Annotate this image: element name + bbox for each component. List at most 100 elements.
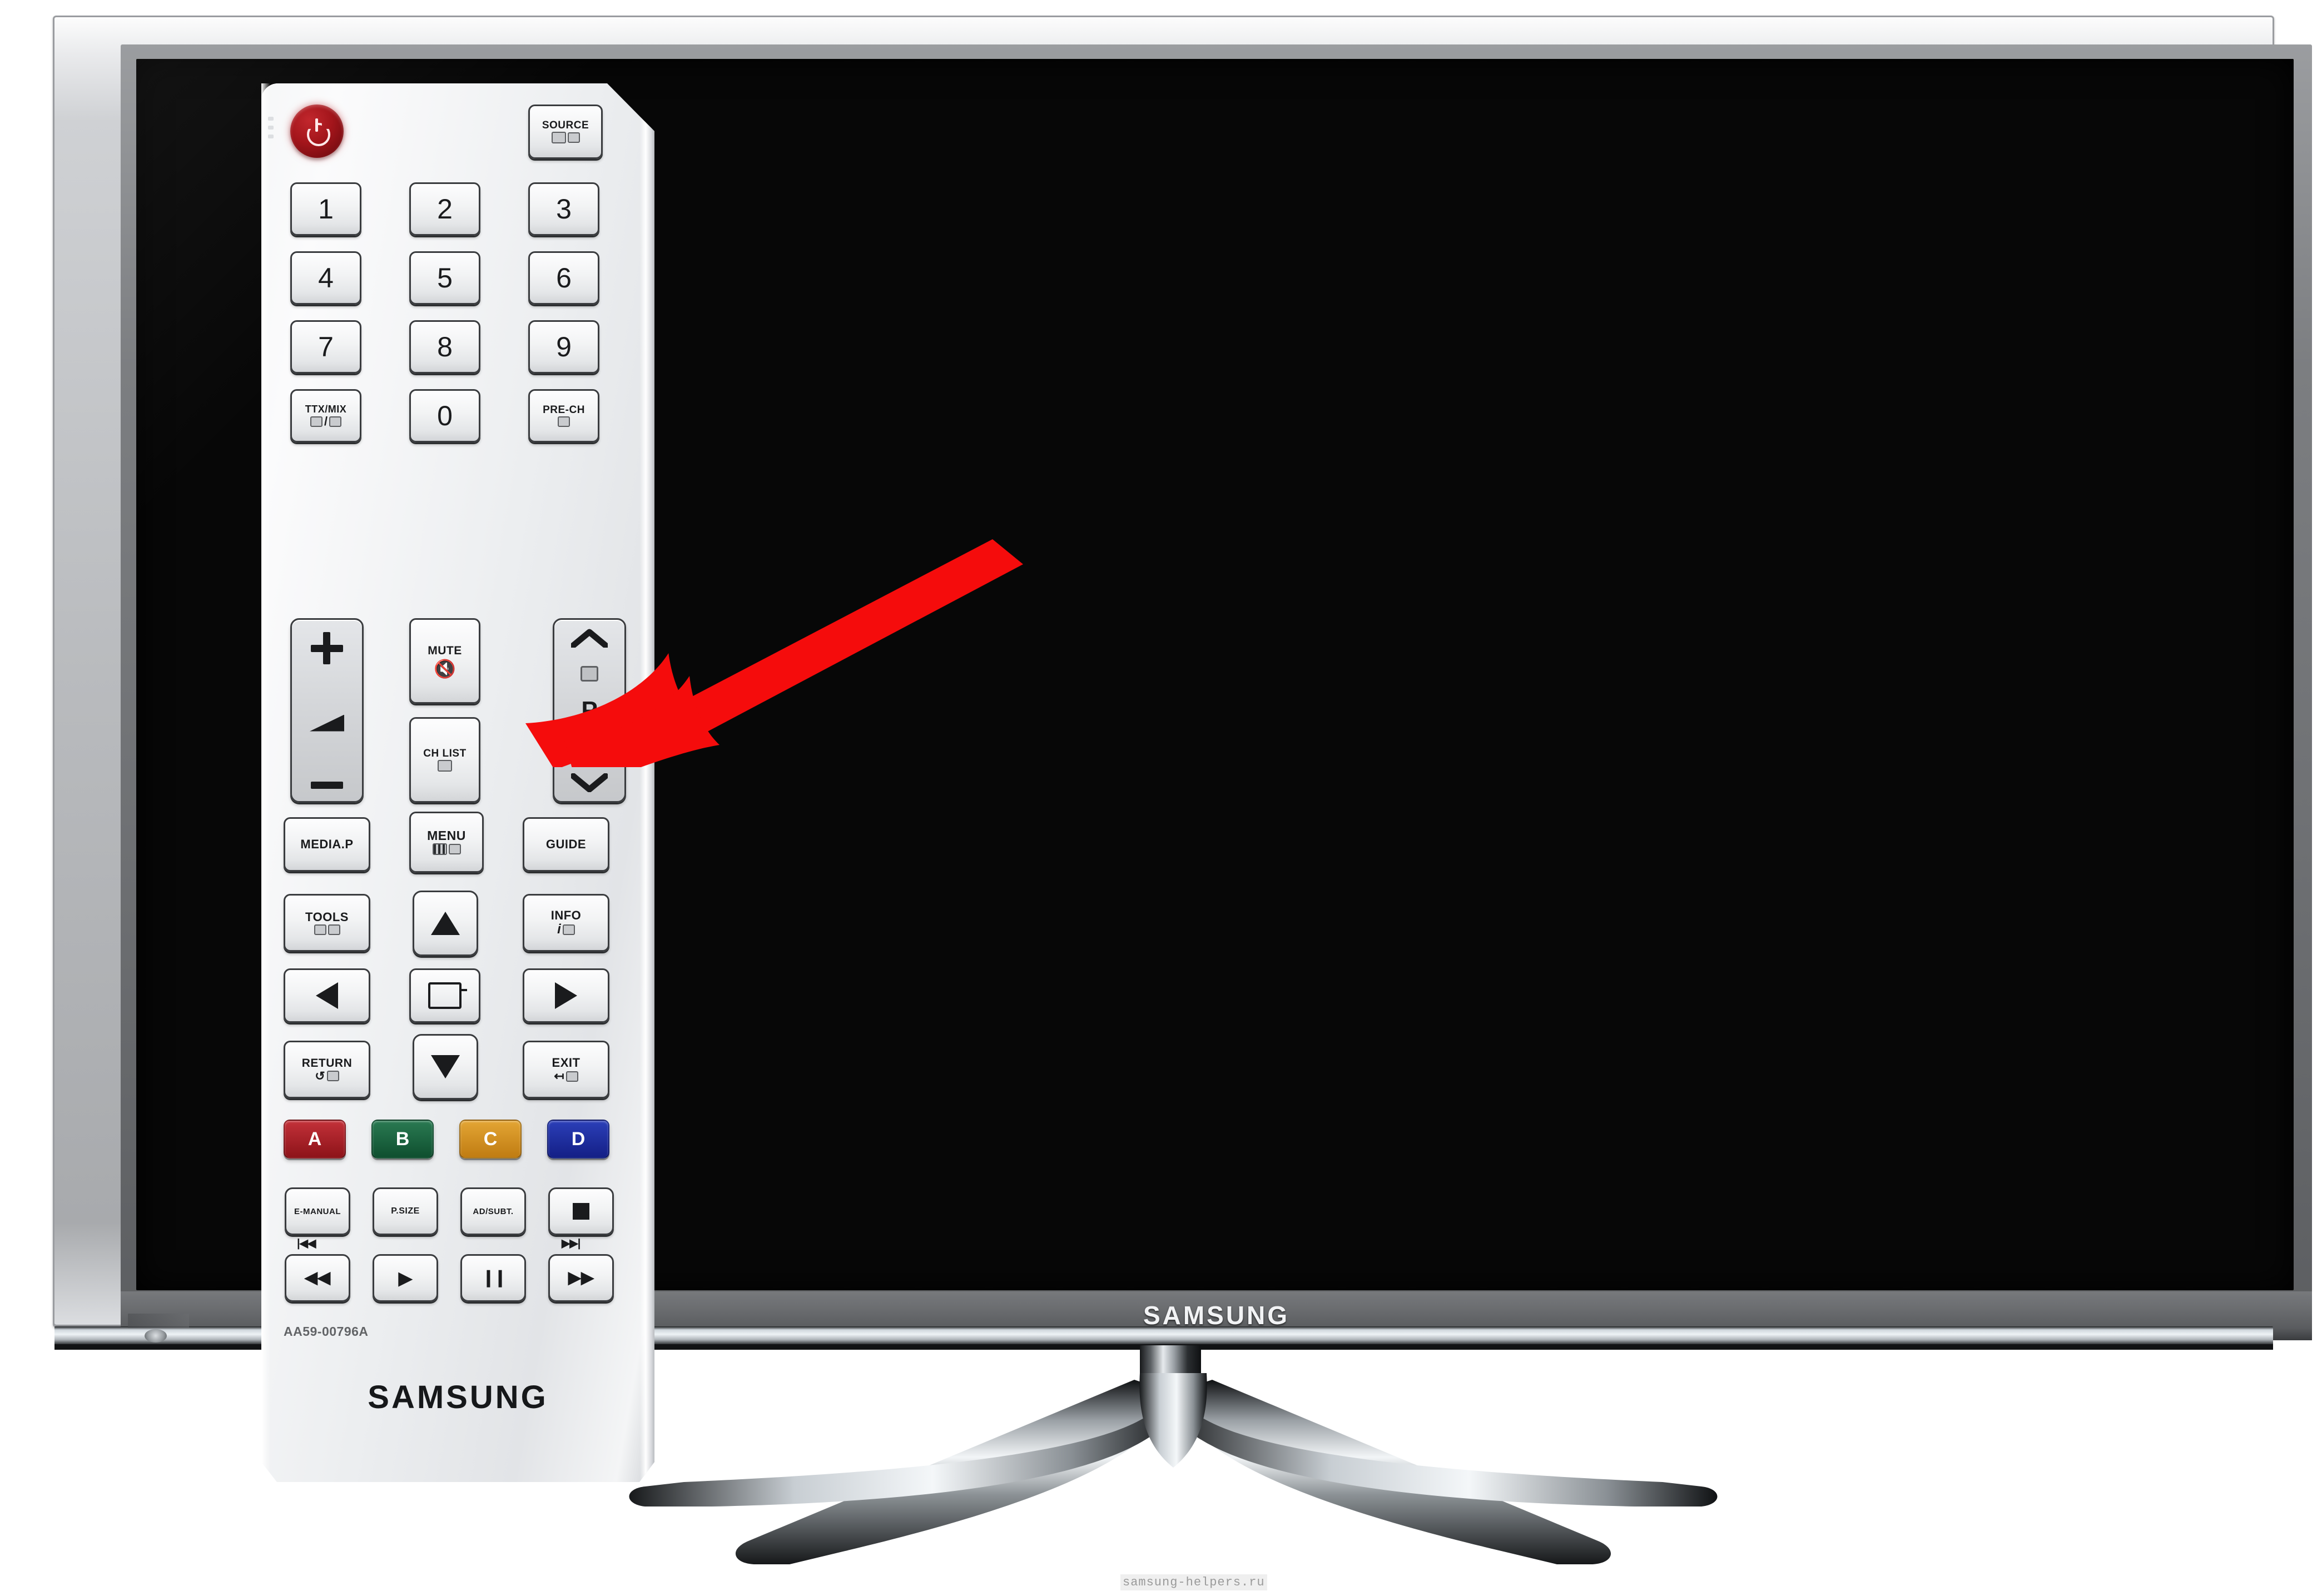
- color-key-a[interactable]: A: [284, 1120, 346, 1159]
- exit-button[interactable]: EXIT ↤: [523, 1041, 609, 1098]
- dpad-right-button[interactable]: [523, 968, 609, 1023]
- exit-icon: ↤: [554, 1070, 578, 1082]
- source-button[interactable]: SOURCE: [528, 105, 603, 159]
- channel-p-label: P: [581, 697, 598, 724]
- digit-4-button[interactable]: 4: [290, 251, 361, 305]
- arrow-left-icon: [316, 982, 338, 1009]
- digit-0-button[interactable]: 0: [409, 389, 480, 442]
- arrow-down-icon: [431, 1055, 460, 1078]
- play-icon: ▶: [398, 1268, 413, 1288]
- channel-down-icon[interactable]: [570, 773, 609, 793]
- pause-icon: ❙❙: [481, 1269, 507, 1287]
- pre-ch-button[interactable]: PRE-CH: [528, 389, 599, 442]
- source-watermark: samsung-helpers.ru: [1120, 1574, 1267, 1590]
- dpad-down-button[interactable]: [413, 1034, 478, 1100]
- volume-down-icon[interactable]: [311, 782, 343, 789]
- return-button[interactable]: RETURN ↺: [284, 1041, 370, 1098]
- p-size-label: P.SIZE: [391, 1206, 420, 1216]
- fast-forward-icon: ▶▶: [568, 1269, 594, 1287]
- ch-list-icon: [438, 760, 452, 772]
- tv-port-marking: [128, 1314, 189, 1328]
- e-manual-button[interactable]: E-MANUAL: [285, 1187, 350, 1235]
- tv-power-indicator: [145, 1329, 167, 1343]
- color-key-a-label: A: [307, 1128, 322, 1150]
- digit-1-button[interactable]: 1: [290, 182, 361, 236]
- digit-6-label: 6: [556, 262, 572, 294]
- remote-brand-logo: SAMSUNG: [368, 1379, 548, 1415]
- pre-ch-label: PRE-CH: [543, 404, 585, 416]
- tools-label: TOOLS: [305, 909, 349, 924]
- info-label: INFO: [550, 908, 582, 922]
- stop-icon: [573, 1203, 589, 1220]
- digit-2-button[interactable]: 2: [409, 182, 480, 236]
- enter-button[interactable]: [409, 968, 480, 1023]
- remote-left-edge-highlight: [261, 83, 270, 1482]
- remote-control[interactable]: SOURCE 1 2 3 4 5 6 7 8 9 TTX/MIX / 0 PRE…: [261, 83, 654, 1482]
- digit-6-button[interactable]: 6: [528, 251, 599, 305]
- rewind-icon: ◀◀: [304, 1269, 331, 1287]
- exit-label: EXIT: [552, 1056, 581, 1070]
- ttx-mix-button[interactable]: TTX/MIX /: [290, 389, 361, 442]
- mute-icon: 🔇: [434, 658, 456, 679]
- arrow-up-icon: [431, 912, 460, 935]
- color-key-b-label: B: [395, 1128, 410, 1150]
- power-icon: [305, 118, 330, 146]
- digit-7-button[interactable]: 7: [290, 320, 361, 374]
- color-key-d[interactable]: D: [547, 1120, 609, 1159]
- color-key-b[interactable]: B: [371, 1120, 434, 1159]
- pre-ch-icon: [558, 416, 570, 427]
- digit-1-label: 1: [318, 193, 334, 225]
- channel-up-icon[interactable]: [570, 629, 609, 649]
- color-key-c[interactable]: C: [459, 1120, 522, 1159]
- source-label: SOURCE: [542, 120, 589, 131]
- digit-5-button[interactable]: 5: [409, 251, 480, 305]
- digit-3-button[interactable]: 3: [528, 182, 599, 236]
- info-button[interactable]: INFO i: [523, 894, 609, 952]
- volume-rocker[interactable]: [290, 618, 364, 803]
- skip-next-icon: ▶▶|: [562, 1237, 581, 1250]
- tools-button[interactable]: TOOLS: [284, 894, 370, 952]
- pause-button[interactable]: ❙❙: [460, 1254, 526, 1302]
- p-size-button[interactable]: P.SIZE: [373, 1187, 438, 1235]
- ad-subt-label: AD/SUBT.: [473, 1206, 514, 1216]
- color-key-d-label: D: [571, 1128, 586, 1150]
- digit-8-label: 8: [437, 331, 453, 362]
- info-icon: i: [557, 923, 575, 936]
- media-p-label: MEDIA.P: [300, 837, 354, 851]
- fast-forward-button[interactable]: ▶▶: [548, 1254, 614, 1302]
- power-button[interactable]: [290, 105, 344, 158]
- media-p-button[interactable]: MEDIA.P: [284, 817, 370, 872]
- menu-button[interactable]: MENU: [409, 812, 484, 873]
- channel-rocker[interactable]: P: [553, 618, 626, 803]
- color-key-c-label: C: [483, 1128, 498, 1150]
- channel-up-mini-icon: [581, 665, 598, 682]
- volume-level-icon: [310, 714, 344, 732]
- menu-icon: [432, 843, 461, 855]
- guide-button[interactable]: GUIDE: [523, 817, 609, 872]
- ttx-mix-label: TTX/MIX: [305, 404, 347, 415]
- ttx-mix-icon: /: [310, 415, 342, 427]
- ad-subt-button[interactable]: AD/SUBT.: [460, 1187, 526, 1235]
- return-icon: ↺: [315, 1070, 339, 1082]
- volume-up-icon[interactable]: [311, 632, 343, 664]
- digit-8-button[interactable]: 8: [409, 320, 480, 374]
- ir-emitter-marks: [268, 117, 276, 161]
- dpad-left-button[interactable]: [284, 968, 370, 1023]
- menu-label: MENU: [427, 828, 466, 843]
- mute-label: MUTE: [428, 644, 462, 657]
- play-button[interactable]: ▶: [373, 1254, 438, 1302]
- source-icon: [551, 132, 580, 143]
- stop-button[interactable]: [548, 1187, 614, 1235]
- remote-model-number: AA59-00796A: [284, 1324, 369, 1339]
- digit-9-button[interactable]: 9: [528, 320, 599, 374]
- ch-list-label: CH LIST: [423, 748, 467, 759]
- ch-list-button[interactable]: CH LIST: [409, 717, 480, 803]
- digit-0-label: 0: [437, 400, 453, 431]
- return-label: RETURN: [301, 1056, 353, 1070]
- remote-right-edge-highlight: [640, 83, 654, 1482]
- digit-5-label: 5: [437, 262, 453, 294]
- mute-button[interactable]: MUTE 🔇: [409, 618, 480, 704]
- rewind-button[interactable]: ◀◀: [285, 1254, 350, 1302]
- dpad-up-button[interactable]: [413, 891, 478, 956]
- digit-2-label: 2: [437, 193, 453, 225]
